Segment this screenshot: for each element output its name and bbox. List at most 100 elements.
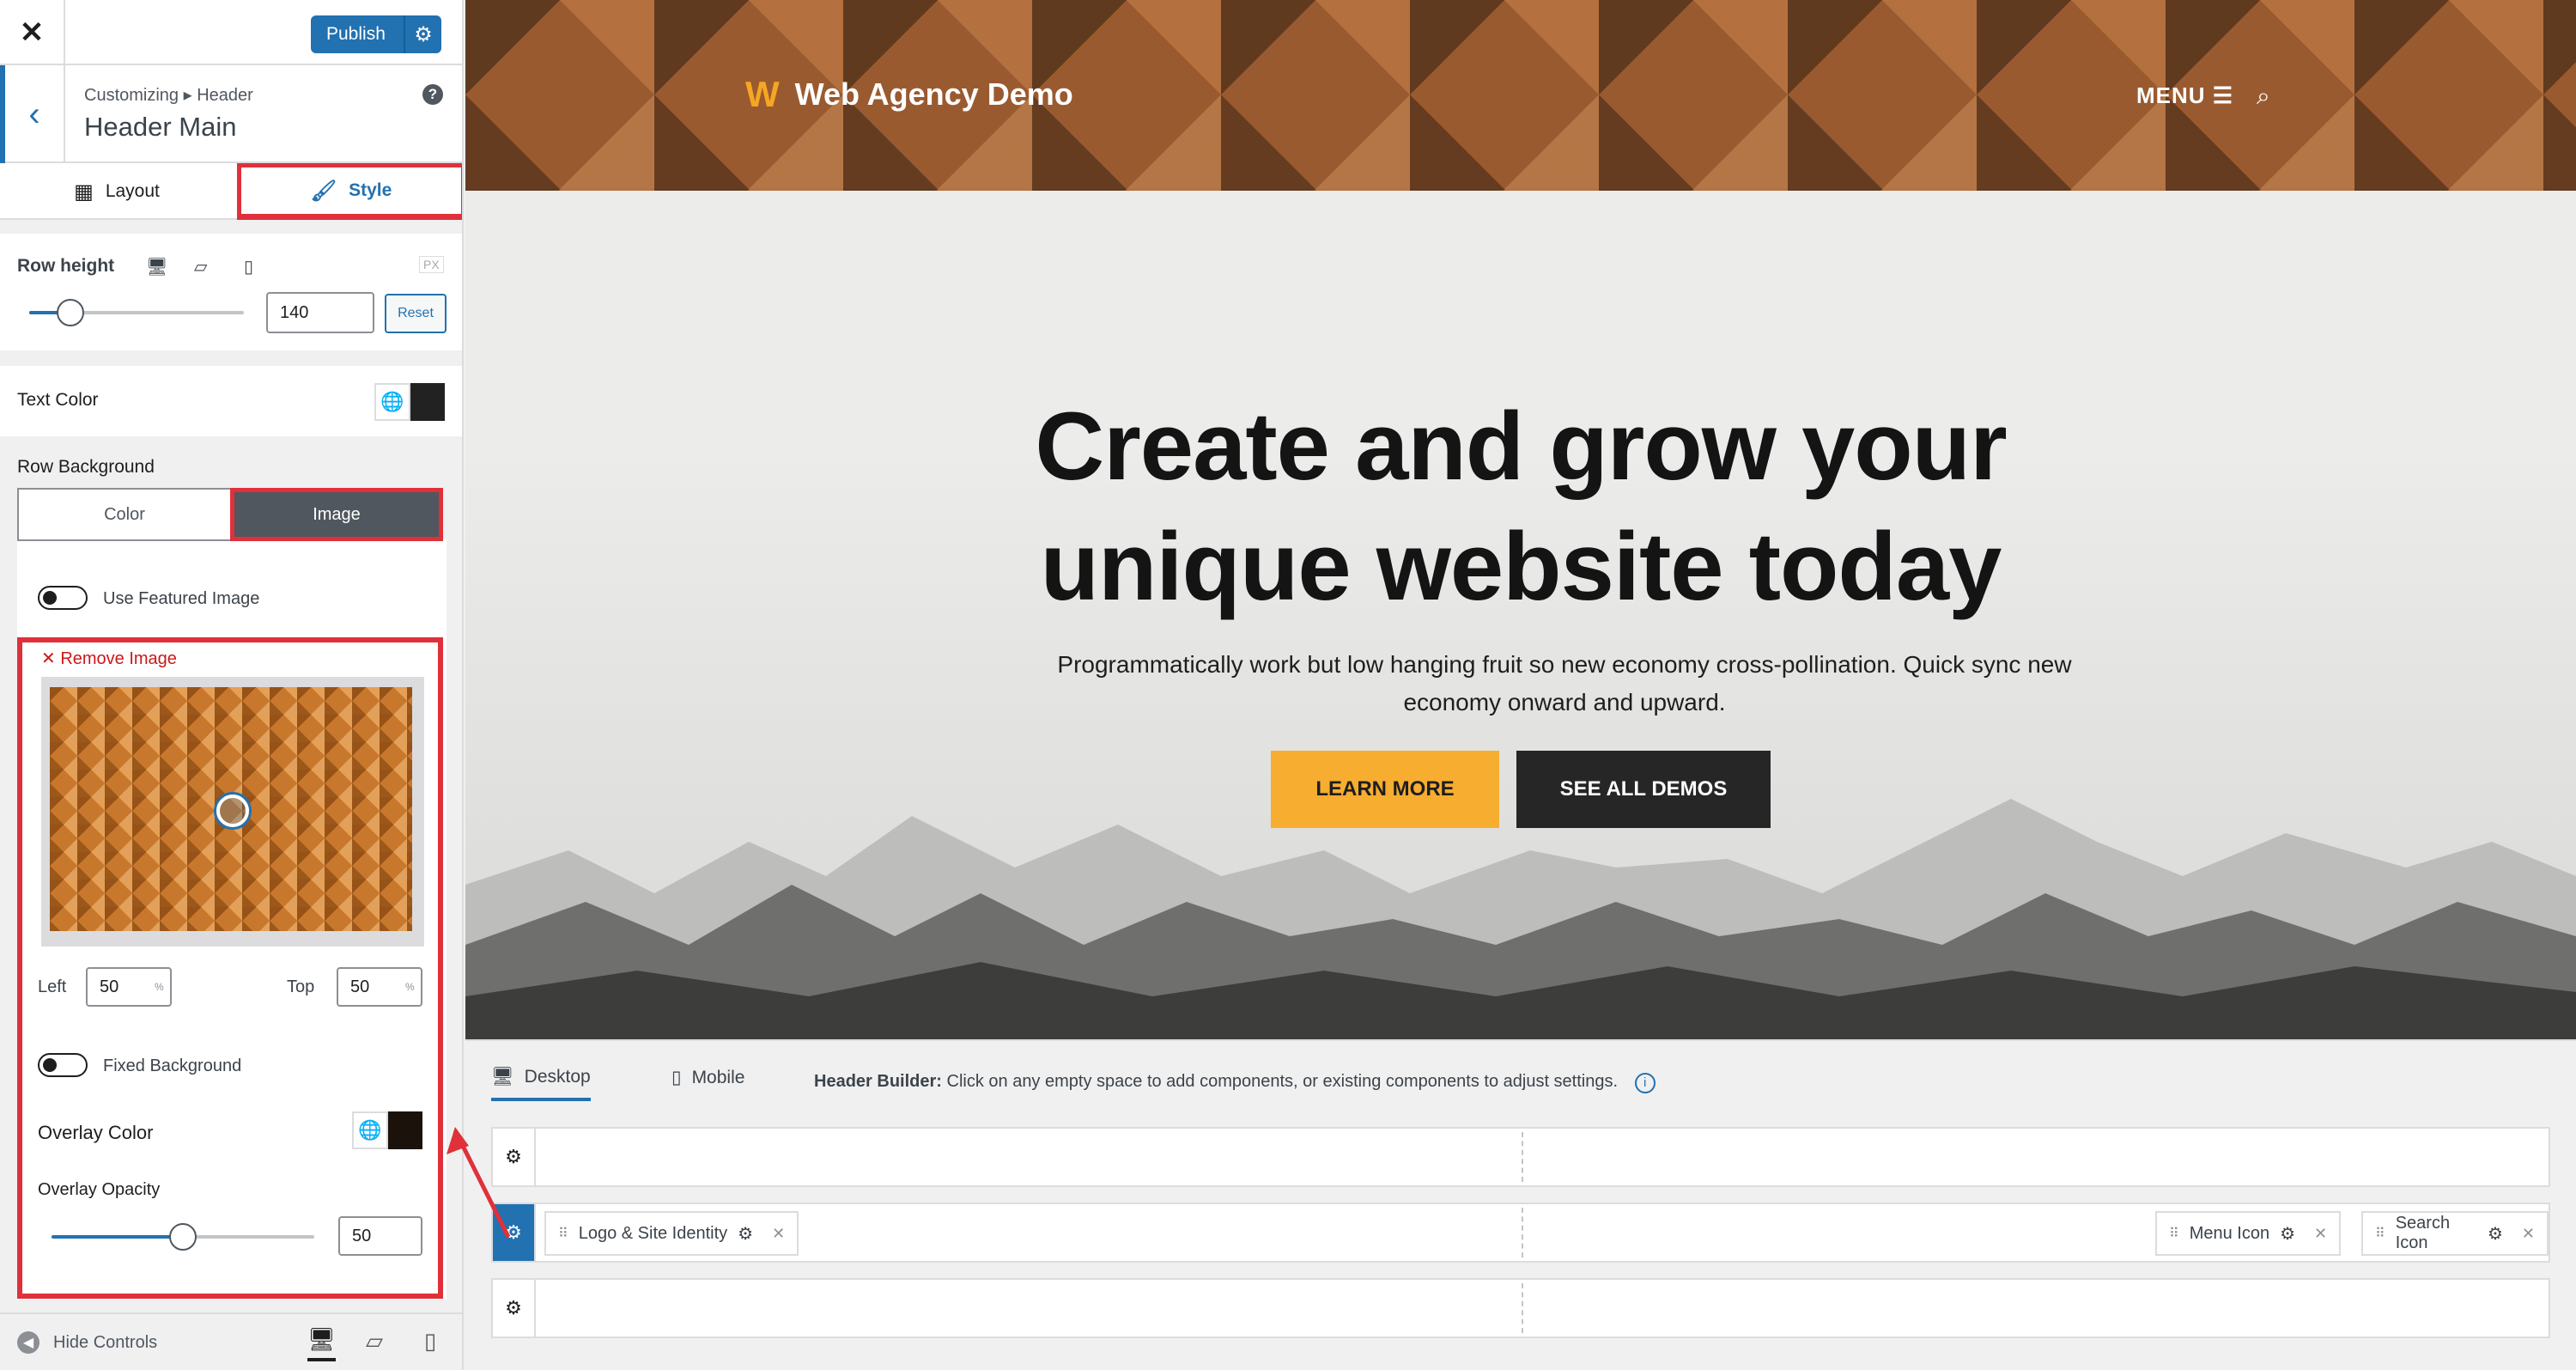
unit-label: PX	[419, 256, 444, 273]
row-divider	[1522, 1283, 1523, 1333]
mobile-preview-icon[interactable]: ▯	[424, 1328, 436, 1355]
desktop-icon: 🖥	[491, 1067, 514, 1087]
text-color-swatch[interactable]	[410, 383, 445, 421]
row-settings-gear-icon[interactable]: ⚙	[493, 1280, 536, 1337]
tablet-device-icon[interactable]: ▱	[194, 256, 207, 277]
brush-icon: 🖌	[310, 179, 337, 203]
tablet-preview-icon[interactable]: ▱	[366, 1328, 383, 1355]
menu-toggle[interactable]: MENU ☰	[2136, 82, 2233, 109]
mobile-device-icon[interactable]: ▯	[244, 256, 253, 277]
panel-footer: ◀ Hide Controls 🖥 ▱ ▯	[0, 1312, 462, 1370]
breadcrumb: Customizing ▸ Header	[84, 86, 253, 105]
main-row-settings-gear-icon[interactable]: ⚙	[493, 1204, 536, 1261]
layout-grid-icon: ▦	[74, 180, 94, 204]
see-all-demos-button[interactable]: SEE ALL DEMOS	[1516, 751, 1771, 828]
drag-handle-icon[interactable]: ⠿	[558, 1225, 568, 1242]
builder-tab-mobile-label: Mobile	[691, 1067, 745, 1087]
section-title: Header Main	[84, 112, 237, 142]
drag-handle-icon[interactable]: ⠿	[2169, 1225, 2179, 1242]
overlay-global-color-icon[interactable]: 🌐	[352, 1111, 388, 1149]
row-divider	[1522, 1208, 1523, 1257]
row-settings-gear-icon[interactable]: ⚙	[493, 1129, 536, 1185]
panel-tabs: ▦ Layout 🖌 Style	[0, 163, 462, 220]
header-builder: 🖥 Desktop ▯ Mobile Header Builder: Click…	[465, 1039, 2576, 1370]
search-icon-component[interactable]: ⠿ Search Icon ⚙ ✕	[2361, 1211, 2549, 1256]
builder-row-top[interactable]: ⚙	[491, 1127, 2550, 1187]
remove-image-link[interactable]: ✕ Remove Image	[41, 648, 177, 669]
logo-site-identity-component[interactable]: ⠿ Logo & Site Identity ⚙ ✕	[544, 1211, 799, 1256]
top-percent-label: %	[405, 981, 415, 993]
fixed-background-label: Fixed Background	[103, 1056, 242, 1075]
mobile-icon: ▯	[671, 1068, 682, 1087]
hero-headline-line2: unique website today	[1040, 513, 2002, 620]
row-background-label: Row Background	[17, 457, 155, 477]
remove-component-icon[interactable]: ✕	[2522, 1225, 2535, 1243]
overlay-opacity-slider-handle[interactable]	[169, 1223, 197, 1251]
component-settings-gear-icon[interactable]: ⚙	[738, 1223, 753, 1245]
overlay-opacity-slider-fill	[52, 1235, 183, 1239]
component-label: Menu Icon	[2189, 1223, 2270, 1243]
site-logo-icon: W	[745, 74, 780, 114]
component-label: Search Icon	[2395, 1214, 2451, 1252]
tab-style[interactable]: 🖌 Style	[237, 163, 462, 220]
row-height-slider-handle[interactable]	[56, 299, 84, 326]
builder-row-main[interactable]: ⚙ ⠿ Logo & Site Identity ⚙ ✕ ⠿ Menu Icon…	[491, 1203, 2550, 1263]
site-brand[interactable]: W Web Agency Demo	[745, 74, 1073, 115]
hero-subtext-line2: economy onward and upward.	[1403, 689, 1726, 715]
component-settings-gear-icon[interactable]: ⚙	[2280, 1223, 2295, 1245]
info-icon[interactable]: i	[1634, 1072, 1656, 1093]
builder-hint: Header Builder: Click on any empty space…	[814, 1072, 1656, 1093]
customizer-screen: ✕ Publish ⚙ ‹ Customizing ▸ Header Heade…	[0, 0, 2576, 1370]
left-percent-label: %	[155, 981, 164, 993]
desktop-device-icon[interactable]: 🖥	[146, 256, 167, 277]
hide-controls-icon[interactable]: ◀	[17, 1331, 39, 1354]
fixed-background-toggle[interactable]	[38, 1053, 88, 1077]
back-chevron-icon[interactable]: ‹	[0, 65, 65, 163]
site-title: Web Agency Demo	[794, 76, 1073, 112]
publish-settings-gear-icon[interactable]: ⚙	[404, 15, 441, 53]
customizer-topbar: ✕ Publish ⚙	[0, 0, 462, 65]
focal-point-handle[interactable]	[216, 795, 249, 827]
publish-button[interactable]: Publish ⚙	[311, 15, 441, 53]
use-featured-image-toggle[interactable]	[38, 586, 88, 610]
overlay-opacity-label: Overlay Opacity	[38, 1180, 161, 1199]
publish-label: Publish	[326, 24, 386, 44]
text-color-label: Text Color	[17, 390, 99, 410]
drag-handle-icon[interactable]: ⠿	[2375, 1225, 2385, 1242]
row-divider	[1522, 1132, 1523, 1182]
hero-headline-line1: Create and grow your	[1035, 393, 2007, 500]
search-icon[interactable]: ⌕	[2257, 82, 2270, 111]
background-image-option[interactable]: Image	[230, 488, 443, 541]
customizer-panel: ✕ Publish ⚙ ‹ Customizing ▸ Header Heade…	[0, 0, 464, 1370]
component-label: Logo & Site Identity	[578, 1223, 728, 1243]
close-icon[interactable]: ✕	[0, 0, 65, 65]
reset-button[interactable]: Reset	[385, 294, 447, 333]
builder-tab-desktop-label: Desktop	[524, 1067, 591, 1087]
site-preview: W Web Agency Demo MENU ☰ ⌕ Create and gr…	[465, 0, 2576, 1039]
use-featured-image-label: Use Featured Image	[103, 589, 260, 608]
tab-layout[interactable]: ▦ Layout	[0, 163, 234, 220]
component-settings-gear-icon[interactable]: ⚙	[2488, 1223, 2503, 1245]
overlay-opacity-input[interactable]: 50	[338, 1216, 422, 1256]
remove-component-icon[interactable]: ✕	[2314, 1225, 2327, 1243]
tab-layout-label: Layout	[105, 181, 160, 201]
row-height-input[interactable]: 140	[266, 292, 374, 333]
builder-hint-title: Header Builder:	[814, 1072, 942, 1091]
builder-row-bottom[interactable]: ⚙	[491, 1278, 2550, 1338]
hero-subtext-line1: Programmatically work but low hanging fr…	[1057, 651, 2072, 678]
overlay-color-swatch[interactable]	[388, 1111, 422, 1149]
tab-style-label: Style	[349, 180, 392, 200]
background-color-option[interactable]: Color	[17, 488, 232, 541]
remove-component-icon[interactable]: ✕	[772, 1225, 785, 1243]
top-position-label: Top	[287, 977, 315, 996]
menu-icon-component[interactable]: ⠿ Menu Icon ⚙ ✕	[2155, 1211, 2342, 1256]
builder-tab-mobile[interactable]: ▯ Mobile	[671, 1067, 744, 1088]
hide-controls-button[interactable]: Hide Controls	[53, 1333, 157, 1353]
builder-hint-text: Click on any empty space to add componen…	[946, 1072, 1619, 1091]
global-color-globe-icon[interactable]: 🌐	[374, 383, 410, 421]
help-icon[interactable]: ?	[422, 84, 443, 105]
builder-tab-desktop[interactable]: 🖥 Desktop	[491, 1067, 591, 1101]
learn-more-button[interactable]: LEARN MORE	[1271, 751, 1499, 828]
overlay-color-label: Overlay Color	[38, 1122, 154, 1143]
desktop-preview-icon[interactable]: 🖥	[307, 1326, 337, 1361]
